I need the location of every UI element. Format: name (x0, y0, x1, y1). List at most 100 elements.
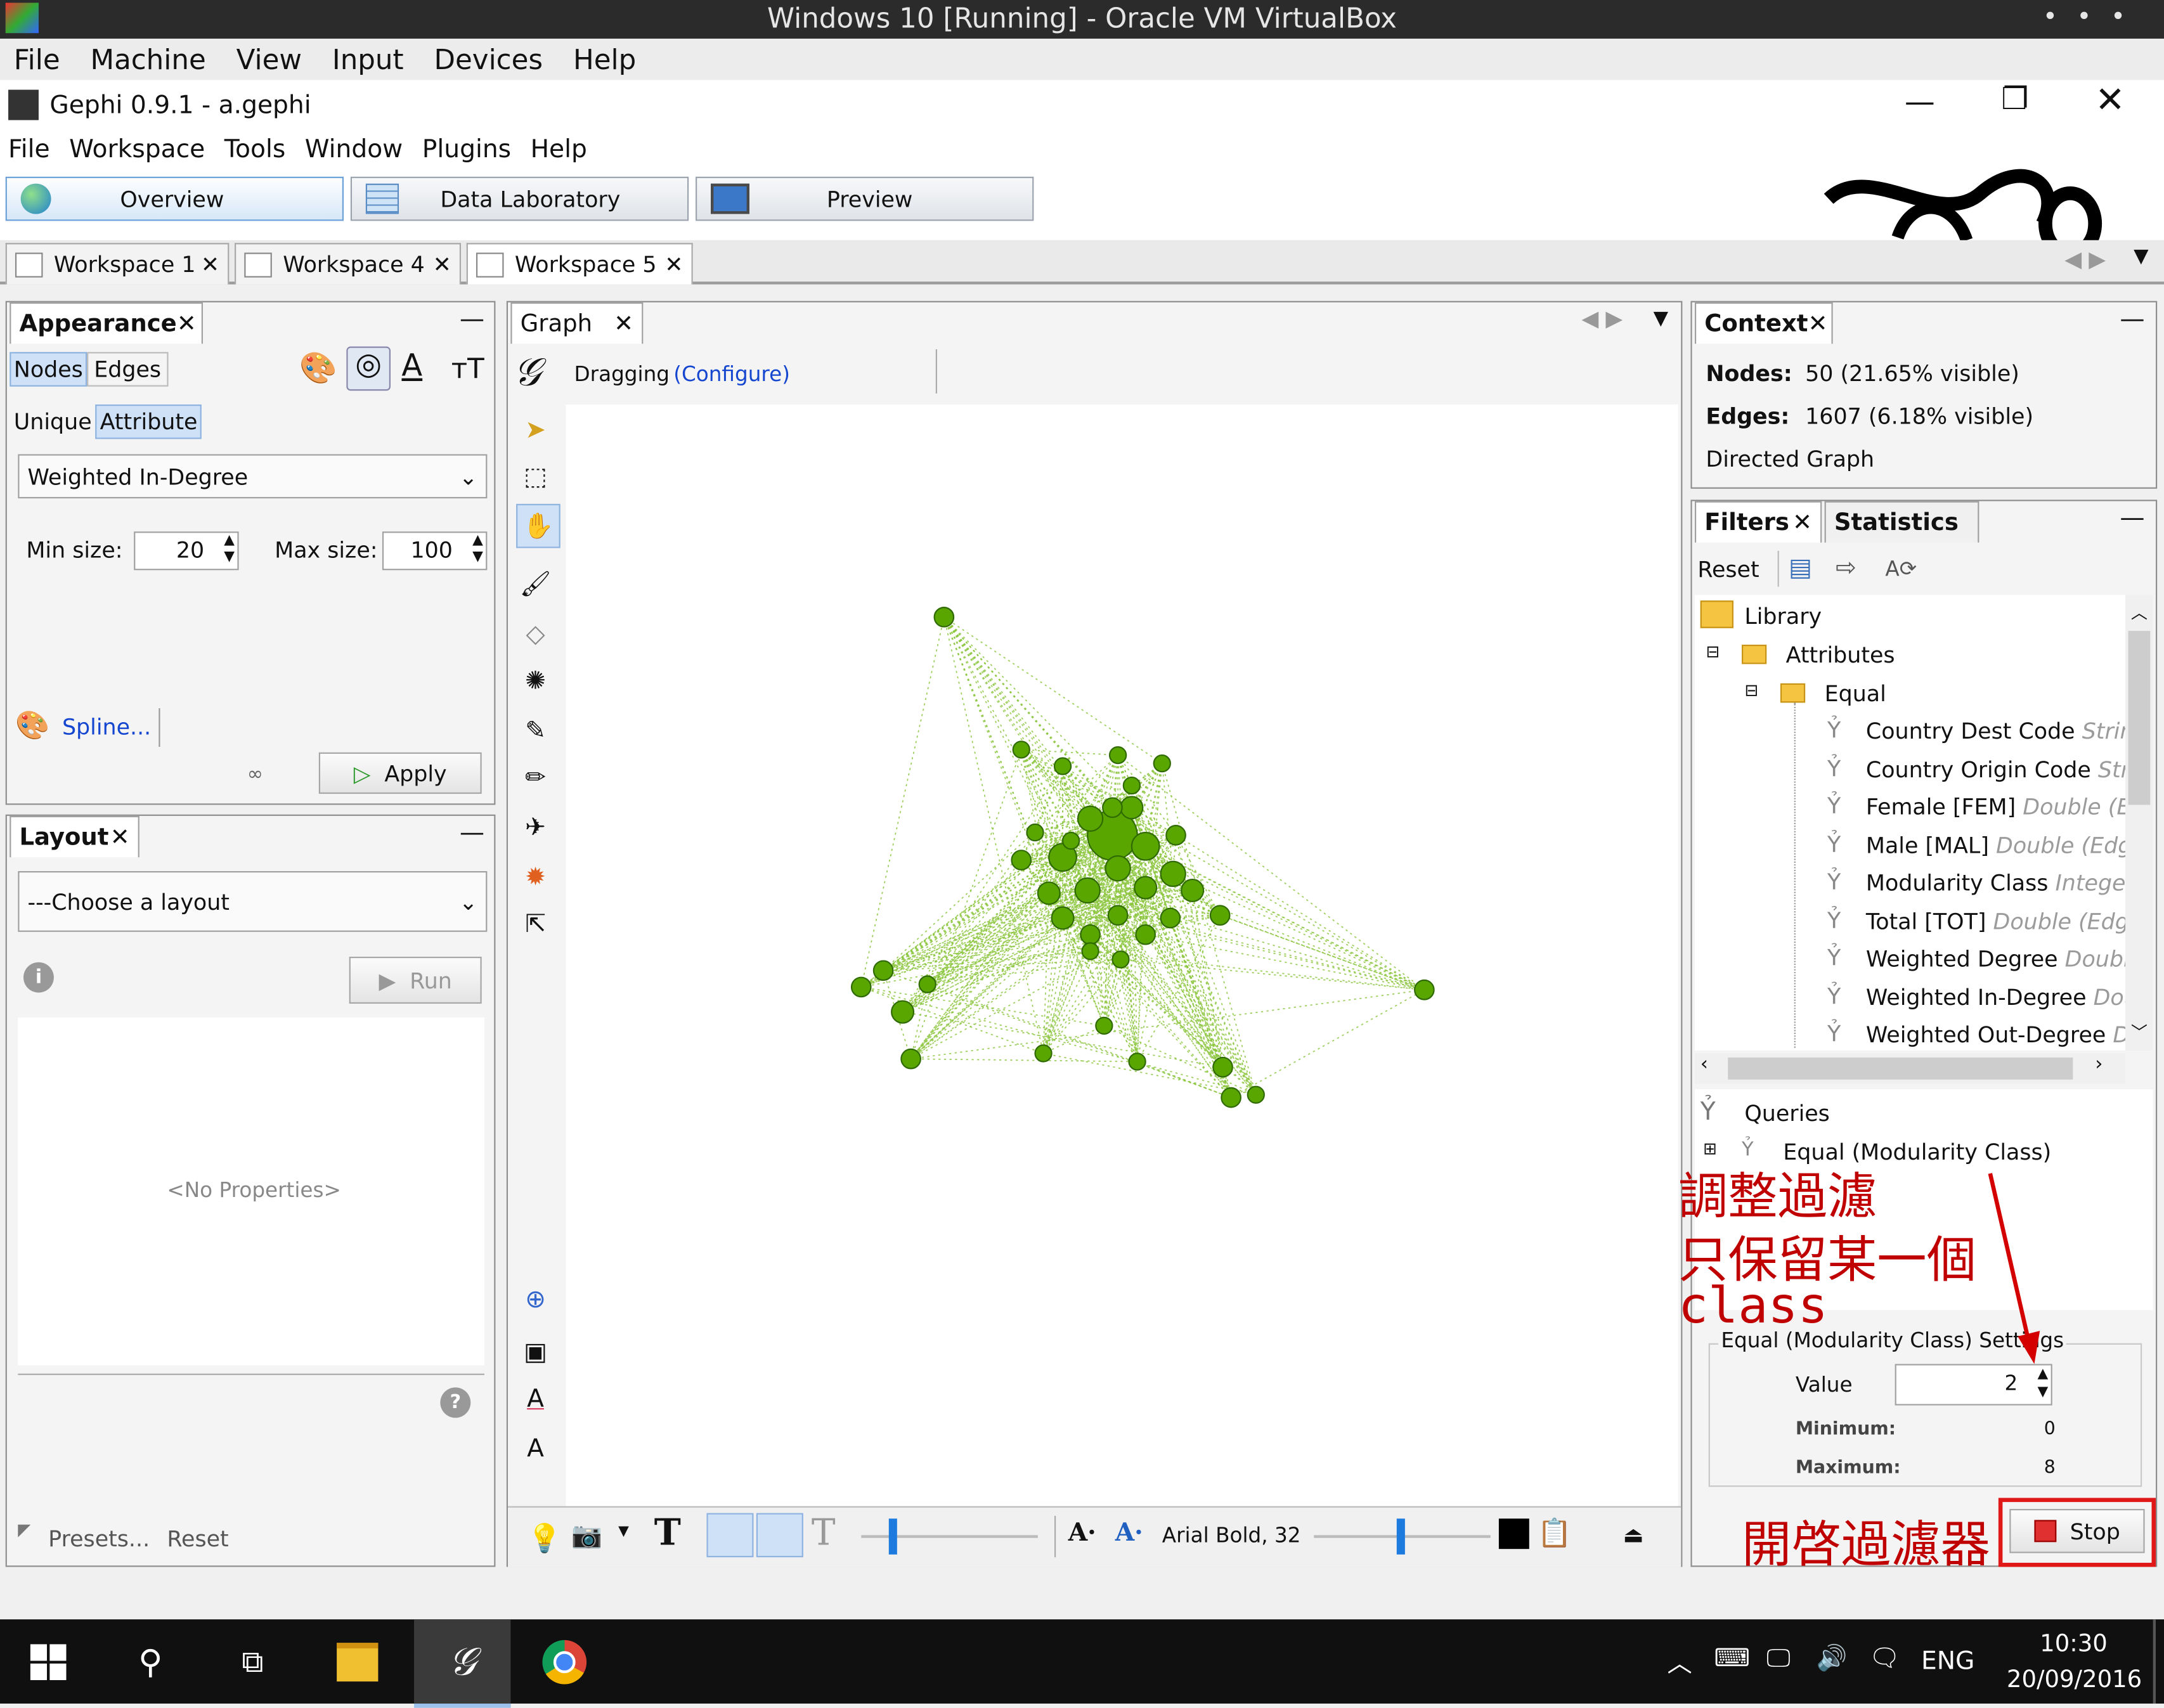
spinner-arrows-icon[interactable]: ▲ ▼ (472, 533, 483, 566)
graph-node[interactable] (1053, 757, 1072, 775)
scrollbar-thumb[interactable] (1728, 1057, 2073, 1080)
close-tab-icon[interactable]: ✕ (201, 251, 219, 277)
scroll-left-icon[interactable]: ‹ (1701, 1053, 1708, 1075)
graph-node[interactable] (1012, 741, 1030, 759)
mode-data-laboratory-button[interactable]: Data Laboratory (350, 176, 689, 221)
filter-item[interactable]: Country Dest Code String (1866, 718, 2125, 744)
run-button[interactable]: ▶ Run (349, 957, 482, 1004)
statistics-tab[interactable]: Statistics (1824, 501, 1979, 543)
filter-item[interactable]: Country Origin Code String (1866, 756, 2125, 782)
mode-preview-button[interactable]: Preview (696, 176, 1034, 221)
chevron-down-icon[interactable]: ▼ (618, 1524, 629, 1539)
reset-layout-button[interactable]: Reset (167, 1525, 228, 1551)
menu-help[interactable]: Help (531, 134, 587, 164)
min-size-spinner[interactable]: 20 ▲ ▼ (134, 531, 239, 571)
network-icon[interactable]: 🖵 (1766, 1644, 1791, 1673)
graph-node[interactable] (1221, 1087, 1241, 1108)
search-icon[interactable]: ⚲ (122, 1633, 179, 1691)
queries-root[interactable]: Queries (1744, 1100, 1829, 1126)
graph-node[interactable] (1131, 831, 1160, 861)
notifications-icon[interactable]: 🗨 (1869, 1644, 1900, 1673)
graph-node[interactable] (900, 1048, 921, 1070)
close-tab-icon[interactable]: ✕ (433, 251, 451, 277)
rectangle-select-icon[interactable]: ⬚ (519, 460, 552, 493)
pointer-tool-icon[interactable]: ➤ (519, 413, 552, 446)
edge-color-icon[interactable] (756, 1513, 803, 1558)
spline-link[interactable]: Spline... (62, 714, 151, 740)
attribute-tab[interactable]: Attribute (96, 404, 202, 439)
context-tab[interactable]: Context ✕ (1694, 302, 1833, 344)
attributes-icon[interactable]: 📋 (1538, 1516, 1572, 1549)
horizontal-scrollbar[interactable]: ‹ › (1694, 1053, 2126, 1084)
minimize-panel-icon[interactable]: — (460, 305, 484, 334)
graph-node[interactable] (1026, 823, 1044, 842)
scrollbar-thumb[interactable] (2128, 631, 2151, 805)
graph-node[interactable] (1011, 850, 1032, 870)
filters-reset-button[interactable]: Reset (1697, 557, 1759, 583)
language-indicator[interactable]: ENG (1921, 1647, 1974, 1676)
menu-plugins[interactable]: Plugins (422, 134, 511, 164)
graph-node[interactable] (1108, 746, 1127, 765)
close-icon[interactable]: ✕ (177, 310, 197, 338)
graph-node[interactable] (1074, 877, 1101, 904)
graph-node[interactable] (1111, 950, 1130, 969)
vbox-menu-devices[interactable]: Devices (434, 43, 543, 76)
menu-tools[interactable]: Tools (224, 134, 286, 164)
graph-node[interactable] (1165, 825, 1186, 846)
scroll-up-icon[interactable]: ︿ (2131, 600, 2148, 624)
windows-start-icon[interactable] (19, 1633, 77, 1691)
graph-node[interactable] (1077, 805, 1104, 832)
show-desktop-button[interactable] (2153, 1619, 2156, 1704)
clock-time[interactable]: 10:30 (2040, 1631, 2108, 1659)
keyboard-icon[interactable]: ⌨ (1714, 1644, 1750, 1673)
tab-list-icon[interactable]: ▼ (2134, 246, 2148, 268)
expand-icon[interactable]: ⊞ (1703, 1139, 1717, 1158)
filter-item[interactable]: Modularity Class Integer (1866, 870, 2125, 896)
graph-node[interactable] (1160, 907, 1181, 929)
apply-button[interactable]: ▷ Apply (318, 752, 482, 794)
workspace-tab-1[interactable]: Workspace 1 ✕ (5, 243, 230, 285)
close-icon[interactable]: ✕ (614, 310, 633, 338)
presets-button[interactable]: Presets... (48, 1525, 150, 1551)
filter-item[interactable]: Weighted Degree Double (1866, 946, 2125, 972)
collapse-icon[interactable]: ⊟ (1744, 681, 1758, 700)
graph-node[interactable] (1181, 878, 1205, 902)
filter-item[interactable]: Total [TOT] Double (Edge) (1866, 909, 2125, 935)
graph-node[interactable] (933, 607, 955, 628)
graph-node[interactable] (1095, 1016, 1113, 1035)
vbox-menu-machine[interactable]: Machine (91, 43, 206, 76)
graph-node[interactable] (891, 1000, 915, 1024)
label-color-icon[interactable]: A (401, 349, 422, 384)
shortest-path-icon[interactable]: ✈ (519, 810, 552, 843)
pencil-icon[interactable]: ✎ (519, 714, 552, 747)
vbox-menu-help[interactable]: Help (573, 43, 636, 76)
edge-straight-icon[interactable] (706, 1513, 754, 1558)
filter-item[interactable]: Weighted In-Degree Double (1866, 985, 2125, 1011)
tab-scroll-arrows-icon[interactable]: ◀ ▶ (1581, 305, 1623, 331)
palette-icon[interactable]: 🎨 (299, 352, 337, 386)
graph-canvas[interactable] (566, 404, 1678, 1506)
workspace-tab-4[interactable]: Workspace 4 ✕ (235, 243, 462, 285)
restore-icon[interactable]: ❐ (2001, 83, 2028, 117)
spinner-arrows-icon[interactable]: ▲ ▼ (224, 533, 235, 566)
label-size-icon[interactable]: ᴛT (451, 352, 484, 385)
gephi-taskbar-icon[interactable]: 𝒢 (414, 1619, 511, 1708)
scroll-down-icon[interactable]: ﹀ (2131, 1020, 2148, 1044)
edges-tab[interactable]: Edges (87, 352, 168, 387)
graph-tab[interactable]: Graph ✕ (510, 302, 644, 344)
mode-overview-button[interactable]: Overview (5, 176, 344, 221)
nodes-tab[interactable]: Nodes (10, 352, 87, 387)
import-icon[interactable]: ⇨ (1836, 553, 1856, 583)
camera-icon[interactable]: 📷 (571, 1522, 602, 1551)
background-color-icon[interactable]: ▣ (519, 1335, 552, 1368)
chrome-icon[interactable] (536, 1633, 593, 1691)
tray-chevron-icon[interactable]: ︿ (1667, 1644, 1692, 1680)
appearance-tab[interactable]: Appearance ✕ (10, 302, 203, 344)
label-font-name[interactable]: Arial Bold, 32 (1162, 1523, 1301, 1548)
filter-item[interactable]: Weighted Out-Degree Double (1866, 1021, 2125, 1047)
close-icon[interactable]: ✕ (2095, 80, 2125, 121)
graph-node[interactable] (872, 960, 894, 981)
graph-node[interactable] (1080, 924, 1101, 945)
graph-node[interactable] (850, 976, 872, 998)
graph-node[interactable] (1037, 881, 1061, 905)
